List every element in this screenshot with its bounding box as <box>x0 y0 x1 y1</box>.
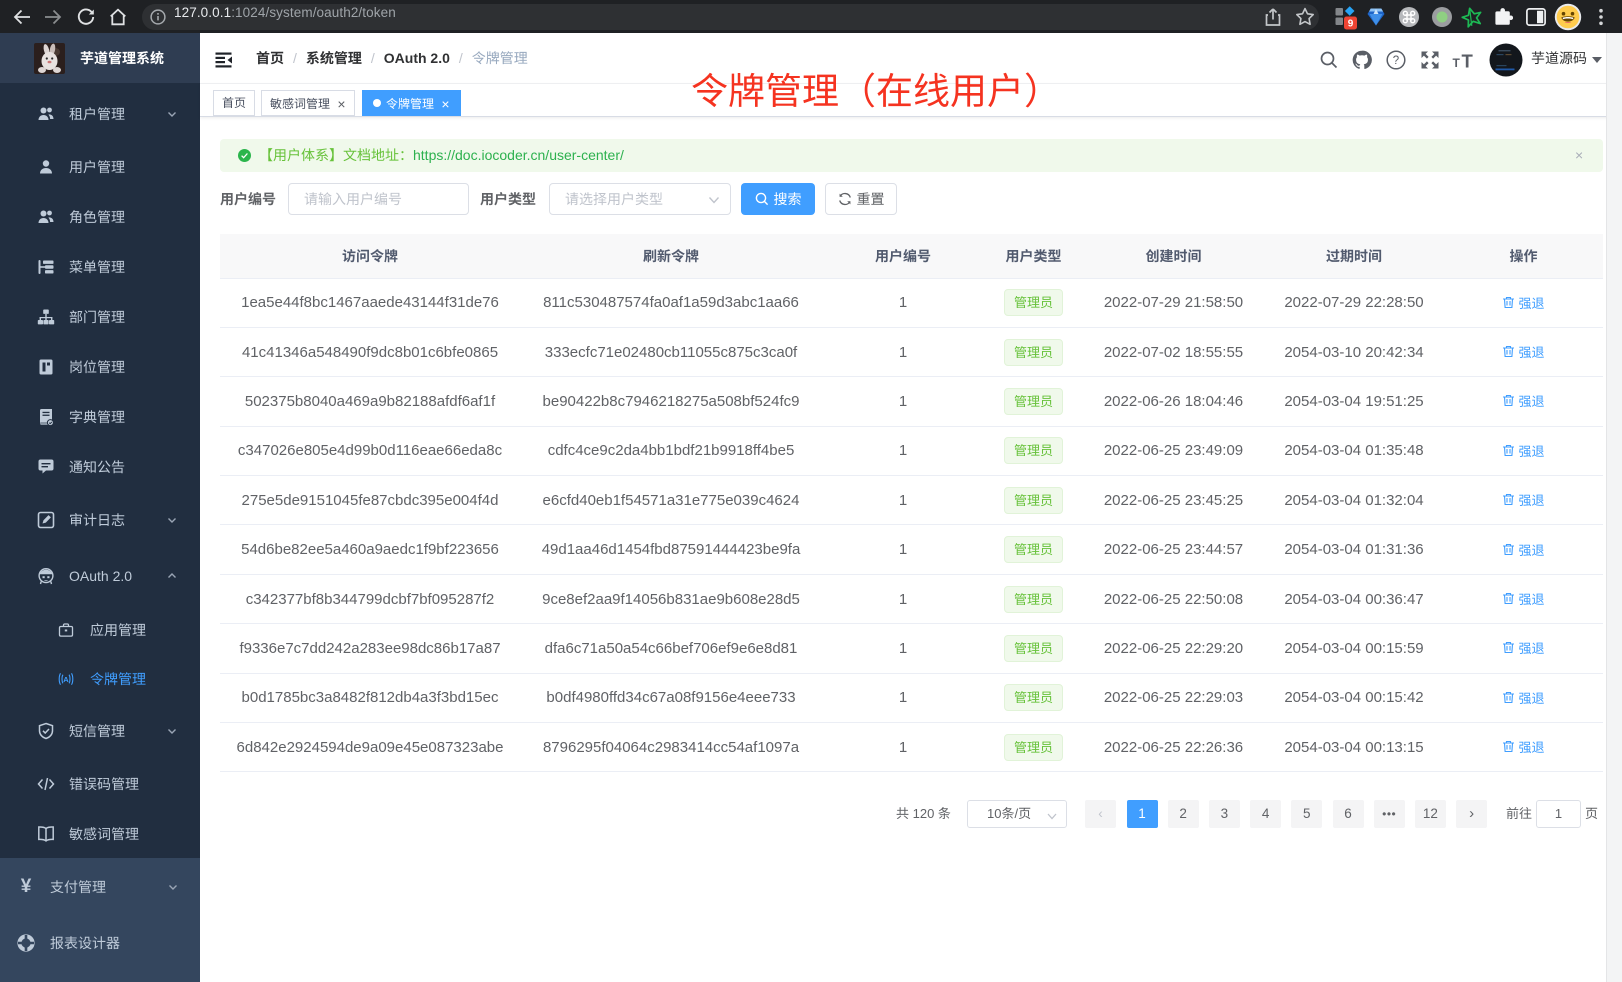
svg-text:T: T <box>1462 51 1474 72</box>
svg-text:?: ? <box>1393 55 1399 67</box>
svg-text:9: 9 <box>1348 18 1354 29</box>
svg-text:T: T <box>1453 56 1461 70</box>
svg-text:A: A <box>63 675 69 684</box>
